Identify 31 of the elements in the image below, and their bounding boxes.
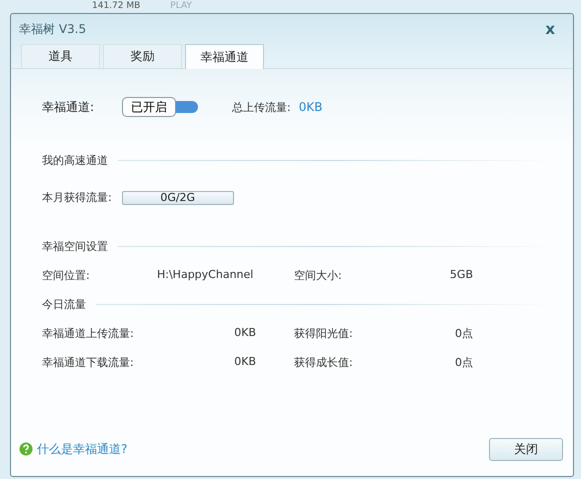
stat-value: 0点 [454,355,473,370]
section-heading: 我的高速通道 [42,153,108,168]
section-heading: 幸福空间设置 [42,239,108,254]
stat-label: 获得阳光值: [293,326,354,341]
file-size: 141.72 MB [92,0,140,13]
stat-label: 获得成长值: [293,355,354,370]
tab[interactable]: 幸福通道 [185,44,264,69]
stat-value: 0KB [233,326,256,341]
section-heading: 今日流量 [42,297,86,312]
channel-label: 幸福通道: [42,98,94,116]
help-link[interactable]: 什么是幸福通道? [37,440,128,458]
close-dialog-button[interactable]: 关闭 [489,438,563,460]
progress-text: 0G/2G [160,191,196,204]
location-value: H:\HappyChannel [157,268,254,283]
stat-label: 幸福通道上传流量: [42,326,135,341]
tab[interactable]: 道具 [21,44,100,68]
close-button[interactable]: x [541,20,559,38]
stat-value: 0点 [454,326,473,341]
help-icon [19,442,33,456]
play-label: PLAY [170,0,192,13]
toggle-switch[interactable]: 已开启 [122,97,176,117]
upload-value: 0KB [298,100,323,114]
stat-label: 幸福通道下载流量: [42,355,135,370]
size-value: 5GB [448,268,473,283]
tab[interactable]: 奖励 [103,44,182,68]
size-label: 空间大小: [294,268,343,283]
window-title: 幸福树 V3.5 [19,20,86,38]
traffic-label: 本月获得流量: [42,190,112,205]
location-label: 空间位置: [42,268,91,283]
stat-value: 0KB [233,355,256,370]
upload-label: 总上传流量: [232,100,291,114]
